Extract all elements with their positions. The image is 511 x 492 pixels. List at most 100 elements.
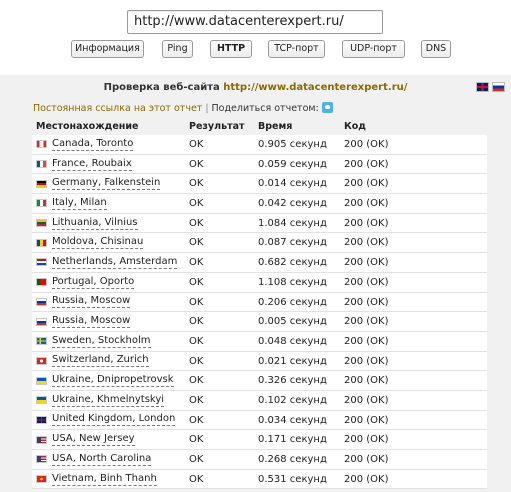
result-cell: OK xyxy=(189,355,204,367)
result-cell: OK xyxy=(189,178,204,190)
us-flag-icon xyxy=(36,435,47,444)
table-row: Italy, Milan OK 0.042 секунд 200 (OK) xyxy=(32,194,487,214)
time-cell: 0.021 секунд xyxy=(258,355,327,367)
location-link[interactable]: Russia, Moscow xyxy=(52,295,131,309)
code-cell: 200 (OK) xyxy=(344,139,389,150)
location-link[interactable]: Switzerland, Zurich xyxy=(52,354,149,368)
location-link[interactable]: USA, North Carolina xyxy=(52,453,152,466)
time-cell: 0.682 секунд xyxy=(258,257,327,269)
separator: | xyxy=(205,103,209,114)
location-link[interactable]: Ukraine, Khmelnytskyi xyxy=(52,394,165,407)
table-row: Switzerland, Zurich OK 0.021 секунд 200 (OK… xyxy=(32,351,487,372)
code-cell: 200 (OK) xyxy=(344,237,389,249)
result-cell: OK xyxy=(189,198,204,210)
code-cell: 200 (OK) xyxy=(344,217,389,229)
dns-button[interactable]: DNS xyxy=(421,40,451,58)
ua-flag-icon xyxy=(36,396,47,405)
info-button[interactable]: Информация xyxy=(71,40,144,58)
ua-flag-icon xyxy=(36,376,47,385)
check-type-toolbar: Информация Ping HTTP TCP-порт UDP-порт D… xyxy=(0,40,511,58)
ca-flag-icon xyxy=(36,140,47,149)
ping-button[interactable]: Ping xyxy=(162,40,193,58)
http-button[interactable]: HTTP xyxy=(210,40,252,58)
table-row: USA, North Carolina OK 0.268 секунд 200 (OK… xyxy=(32,450,487,470)
russia-flag-icon[interactable] xyxy=(492,82,505,92)
location-link[interactable]: Vietnam, Binh Thanh xyxy=(52,473,157,486)
code-cell: 200 (OK) xyxy=(344,414,389,426)
report-links: Постоянная ссылка на этот отчет | Поделить… xyxy=(33,102,333,116)
result-cell: OK xyxy=(189,414,204,426)
tcp-port-button[interactable]: TCP-порт xyxy=(268,40,325,58)
ru-flag-icon xyxy=(36,297,47,306)
location-link[interactable]: Sweden, Stockholm xyxy=(52,335,151,348)
location-cell: Canada, Toronto xyxy=(32,135,186,154)
url-input[interactable]: http://www.datacenterexpert.ru/ xyxy=(127,10,383,34)
pt-flag-icon xyxy=(36,278,47,287)
code-cell: 200 (OK) xyxy=(344,316,389,328)
checked-site-link[interactable]: http://www.datacenterexpert.ru/ xyxy=(223,82,407,93)
location-link[interactable]: Canada, Toronto xyxy=(52,138,134,151)
location-link[interactable]: France, Roubaix xyxy=(52,158,132,171)
location-link[interactable]: Russia, Moscow xyxy=(52,315,131,329)
location-cell: Netherlands, Amsterdam xyxy=(32,253,186,272)
de-flag-icon xyxy=(36,179,47,188)
results-table: Местонахождение Результат Время Код Cana… xyxy=(32,118,487,490)
code-cell: 200 (OK) xyxy=(344,198,389,210)
result-cell: OK xyxy=(189,473,204,485)
us-flag-icon xyxy=(36,455,47,464)
code-cell: 200 (OK) xyxy=(344,276,389,288)
time-cell: 0.005 секунд xyxy=(258,316,327,328)
result-cell: OK xyxy=(189,217,204,229)
permalink-link[interactable]: Постоянная ссылка на этот отчет xyxy=(33,103,202,114)
result-cell: OK xyxy=(189,139,204,150)
result-cell: OK xyxy=(189,276,204,288)
code-cell: 200 (OK) xyxy=(344,434,389,446)
time-cell: 0.059 секунд xyxy=(258,158,327,170)
table-row: Sweden, Stockholm OK 0.048 секунд 200 (OK) xyxy=(32,331,487,352)
time-cell: 0.048 секунд xyxy=(258,335,327,347)
ch-flag-icon xyxy=(36,356,47,365)
location-cell: Russia, Moscow xyxy=(32,293,186,312)
table-row: Netherlands, Amsterdam OK 0.682 секунд 200 … xyxy=(32,253,487,273)
uk-flag-icon[interactable] xyxy=(476,82,489,92)
location-link[interactable]: Ukraine, Dnipropetrovsk xyxy=(52,374,174,388)
result-cell: OK xyxy=(189,158,204,170)
location-cell: Vietnam, Binh Thanh xyxy=(32,470,186,489)
nl-flag-icon xyxy=(36,258,47,267)
table-row: USA, New Jersey OK 0.171 секунд 200 (OK) xyxy=(32,430,487,450)
location-link[interactable]: Italy, Milan xyxy=(52,197,107,210)
location-link[interactable]: Germany, Falkenstein xyxy=(52,177,161,191)
location-cell: Germany, Falkenstein xyxy=(32,174,186,193)
table-row: Portugal, Oporto OK 1.108 секунд 200 (OK) xyxy=(32,272,487,293)
time-cell: 0.087 секунд xyxy=(258,237,327,249)
location-cell: Sweden, Stockholm xyxy=(32,332,186,351)
ru-flag-icon xyxy=(36,317,47,326)
table-row: France, Roubaix OK 0.059 секунд 200 (OK) xyxy=(32,154,487,175)
udp-port-button[interactable]: UDP-порт xyxy=(342,40,405,58)
se-flag-icon xyxy=(36,337,47,346)
code-cell: 200 (OK) xyxy=(344,355,389,367)
result-cell: OK xyxy=(189,296,204,308)
it-flag-icon xyxy=(36,199,47,208)
code-cell: 200 (OK) xyxy=(344,296,389,308)
md-flag-icon xyxy=(36,238,47,247)
table-row: Canada, Toronto OK 0.905 секунд 200 (OK) xyxy=(32,135,487,155)
location-link[interactable]: Lithuania, Vilnius xyxy=(52,217,138,230)
time-cell: 0.905 секунд xyxy=(258,139,327,150)
table-row: Vietnam, Binh Thanh OK 0.531 секунд 200 (OK… xyxy=(32,469,487,490)
panel-title-prefix: Проверка веб-сайта xyxy=(103,82,220,93)
location-link[interactable]: USA, New Jersey xyxy=(52,433,135,447)
location-link[interactable]: United Kingdom, London xyxy=(52,413,176,427)
location-cell: Portugal, Oporto xyxy=(32,273,186,292)
location-cell: Switzerland, Zurich xyxy=(32,352,186,371)
twitter-icon[interactable] xyxy=(321,102,333,113)
time-cell: 0.102 секунд xyxy=(258,394,327,406)
location-link[interactable]: Portugal, Oporto xyxy=(52,276,135,289)
header-result: Результат xyxy=(189,121,245,132)
result-cell: OK xyxy=(189,454,204,465)
fr-flag-icon xyxy=(36,160,47,169)
table-row: Moldova, Chisinau OK 0.087 секунд 200 (OK) xyxy=(32,233,487,254)
location-link[interactable]: Netherlands, Amsterdam xyxy=(52,256,178,269)
location-link[interactable]: Moldova, Chisinau xyxy=(52,236,144,250)
code-cell: 200 (OK) xyxy=(344,178,389,190)
